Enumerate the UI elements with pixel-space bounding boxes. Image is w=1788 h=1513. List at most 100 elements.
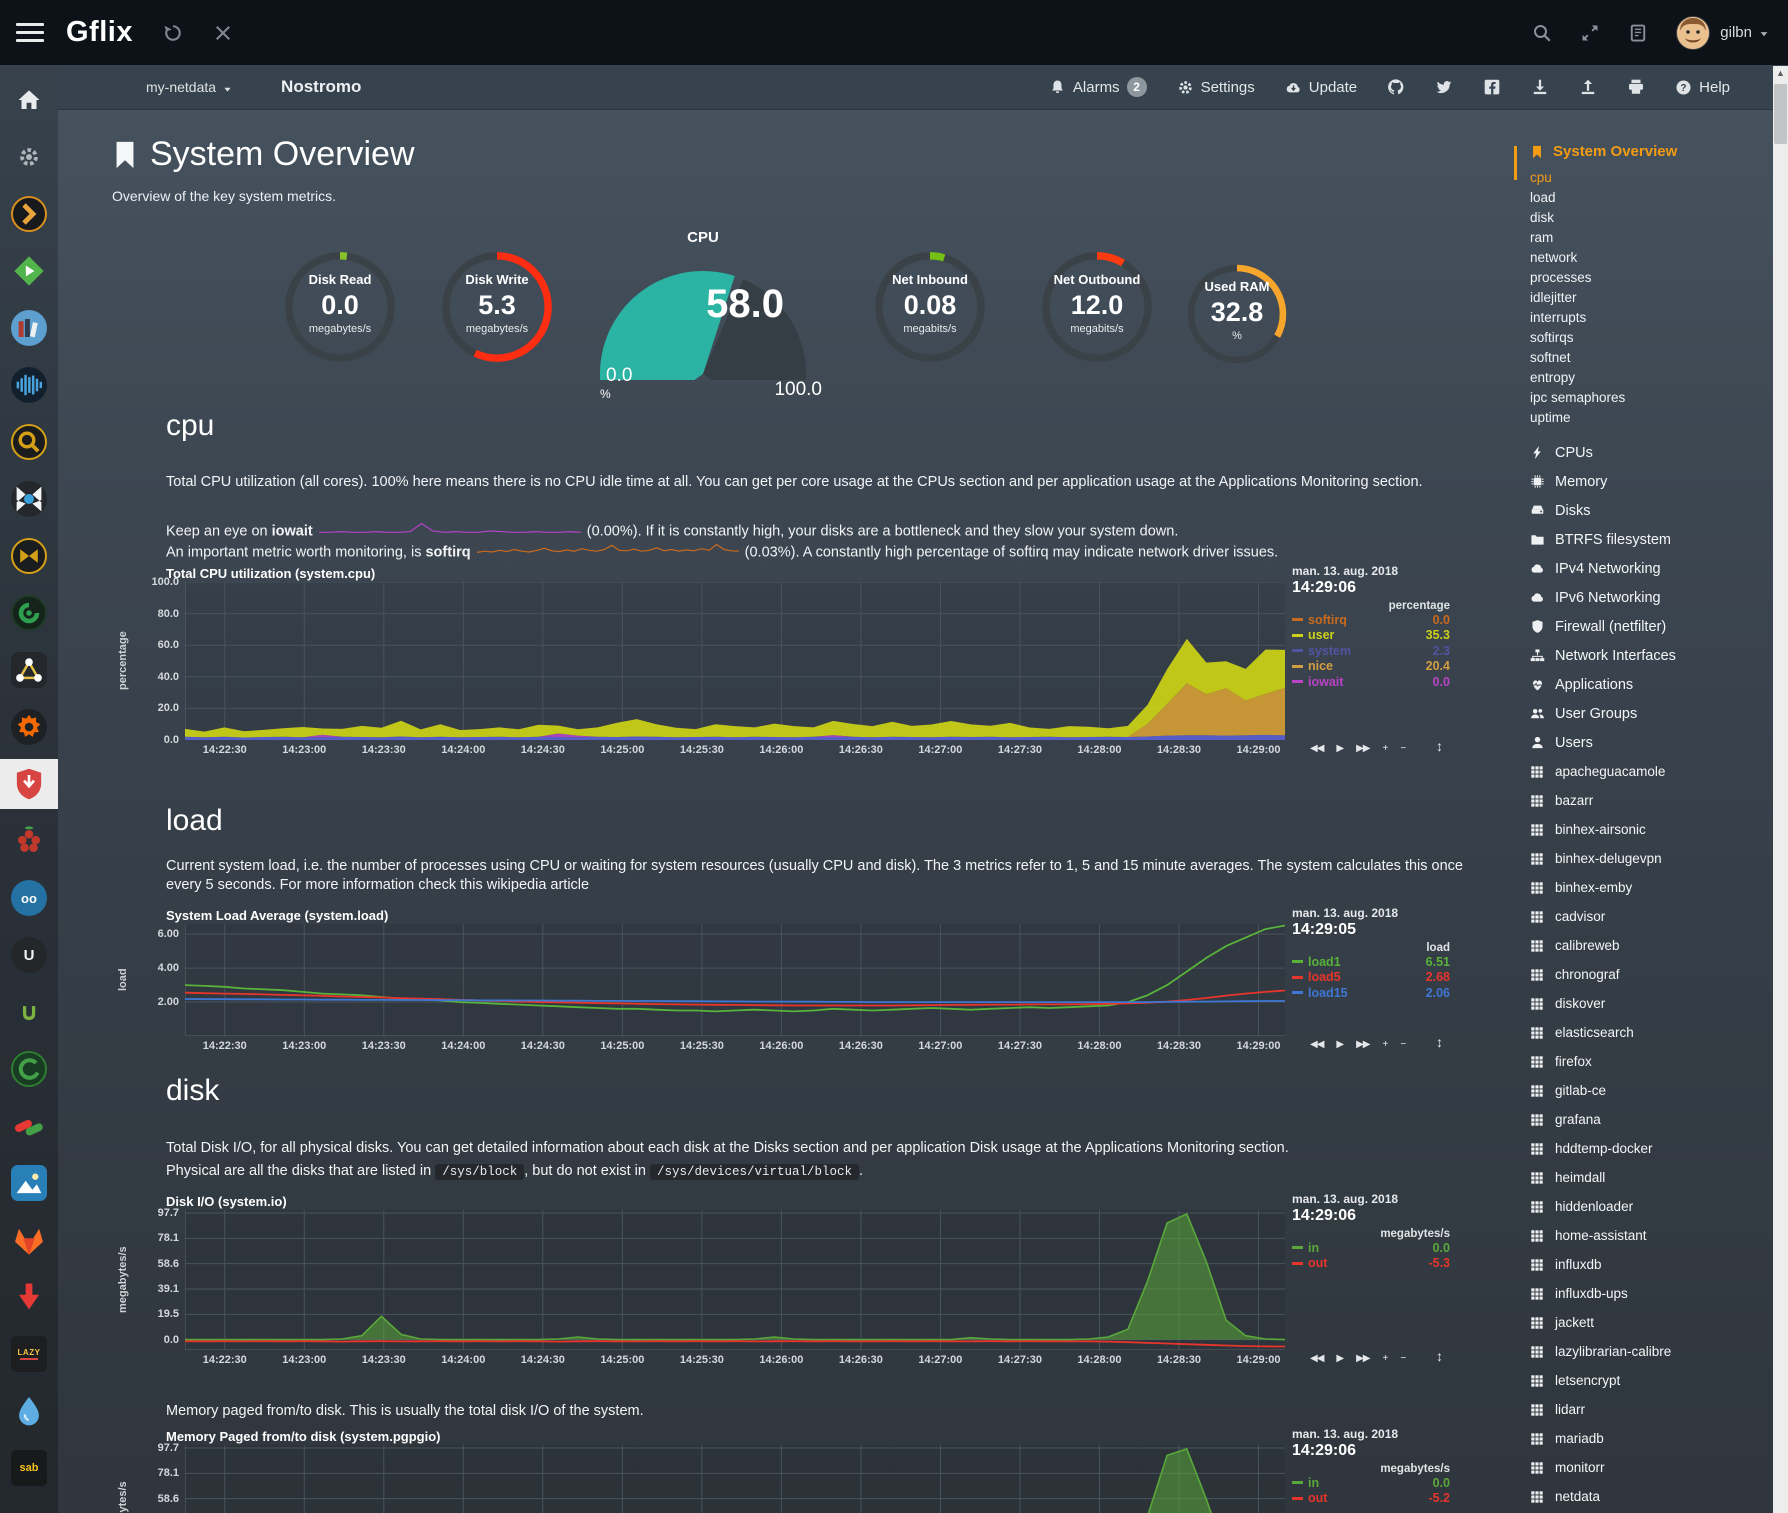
chart-play-icon[interactable]: ▶ <box>1336 743 1343 754</box>
facebook-icon[interactable] <box>1483 78 1501 96</box>
menu-app-item-influxdb[interactable]: influxdb <box>1530 1250 1776 1279</box>
menu-sub-item-uptime[interactable]: uptime <box>1530 408 1776 428</box>
chart-forward-icon[interactable]: ▶▶ <box>1356 1353 1369 1364</box>
app-tab-search[interactable] <box>0 417 58 467</box>
chart-resize-handle[interactable]: ↕ <box>1436 1348 1443 1364</box>
update-button[interactable]: Update <box>1285 79 1357 96</box>
gauge-used-ram[interactable]: Used RAM32.8% <box>1184 261 1290 367</box>
chart-plot-area[interactable] <box>185 1445 1285 1513</box>
chart-zoom-in-icon[interactable]: + <box>1382 1353 1387 1364</box>
menu-sub-item-softnet[interactable]: softnet <box>1530 348 1776 368</box>
gauge-net-inbound[interactable]: Net Inbound0.08megabits/s <box>871 248 989 366</box>
legend-item-load5[interactable]: load52.68 <box>1292 970 1450 986</box>
home-tab[interactable] <box>0 75 58 125</box>
app-tab-grafana[interactable] <box>0 702 58 752</box>
close-tab-icon[interactable] <box>213 23 233 43</box>
menu-app-item-netdata[interactable]: netdata <box>1530 1482 1776 1511</box>
app-tab-nodes[interactable] <box>0 645 58 695</box>
menu-sub-item-cpu[interactable]: cpu <box>1530 168 1776 188</box>
menu-sub-item-ipc-semaphores[interactable]: ipc semaphores <box>1530 388 1776 408</box>
menu-app-item-firefox[interactable]: firefox <box>1530 1047 1776 1076</box>
hamburger-menu-icon[interactable] <box>16 18 44 47</box>
chart-zoom-out-icon[interactable]: − <box>1400 1039 1405 1050</box>
app-tab-x[interactable] <box>0 474 58 524</box>
menu-item-ipv4-networking[interactable]: IPv4 Networking <box>1530 554 1776 583</box>
legend-item-nice[interactable]: nice20.4 <box>1292 659 1450 675</box>
avatar[interactable] <box>1676 16 1710 50</box>
app-tab-u-green[interactable]: ∪ <box>0 987 58 1037</box>
print-icon[interactable] <box>1627 78 1645 96</box>
legend-item-in[interactable]: in0.0 <box>1292 1240 1450 1256</box>
github-icon[interactable] <box>1387 78 1405 96</box>
scrollbar[interactable]: ▲ <box>1773 66 1788 1513</box>
chart-backward-icon[interactable]: ◀◀ <box>1310 1353 1323 1364</box>
menu-app-item-influxdb-ups[interactable]: influxdb-ups <box>1530 1279 1776 1308</box>
menu-item-memory[interactable]: Memory <box>1530 467 1776 496</box>
changelog-icon[interactable] <box>1628 23 1648 43</box>
chart-plot-area[interactable] <box>185 924 1285 1036</box>
chart-zoom-out-icon[interactable]: − <box>1400 1353 1405 1364</box>
chart-zoom-in-icon[interactable]: + <box>1382 743 1387 754</box>
menu-app-item-apacheguacamole[interactable]: apacheguacamole <box>1530 757 1776 786</box>
chart-forward-icon[interactable]: ▶▶ <box>1356 1039 1369 1050</box>
menu-item-network-interfaces[interactable]: Network Interfaces <box>1530 641 1776 670</box>
app-tab-active-shield[interactable] <box>0 759 58 809</box>
gauge-disk-read[interactable]: Disk Read0.0megabytes/s <box>281 248 399 366</box>
chart-play-icon[interactable]: ▶ <box>1336 1353 1343 1364</box>
menu-app-item-gitlab-ce[interactable]: gitlab-ce <box>1530 1076 1776 1105</box>
scrollbar-thumb[interactable] <box>1774 84 1787 144</box>
menu-app-item-mariadb[interactable]: mariadb <box>1530 1424 1776 1453</box>
chart-backward-icon[interactable]: ◀◀ <box>1310 1039 1323 1050</box>
menu-item-cpus[interactable]: CPUs <box>1530 438 1776 467</box>
legend-item-load1[interactable]: load16.51 <box>1292 954 1450 970</box>
legend-item-in[interactable]: in0.0 <box>1292 1475 1450 1491</box>
menu-app-item-lazylibrarian-calibre[interactable]: lazylibrarian-calibre <box>1530 1337 1776 1366</box>
app-tab-oo[interactable]: oo <box>0 873 58 923</box>
menu-app-item-elasticsearch[interactable]: elasticsearch <box>1530 1018 1776 1047</box>
menu-sub-item-interrupts[interactable]: interrupts <box>1530 308 1776 328</box>
import-icon[interactable] <box>1531 78 1549 96</box>
legend-item-load15[interactable]: load152.06 <box>1292 985 1450 1001</box>
menu-sub-item-ram[interactable]: ram <box>1530 228 1776 248</box>
chart-play-icon[interactable]: ▶ <box>1336 1039 1343 1050</box>
menu-sub-item-network[interactable]: network <box>1530 248 1776 268</box>
chart-plot-area[interactable] <box>185 1210 1285 1350</box>
username-dropdown[interactable]: gilbn <box>1720 24 1770 41</box>
chart-plot-area[interactable] <box>185 582 1285 740</box>
app-tab-cluster[interactable] <box>0 816 58 866</box>
settings-button[interactable]: Settings <box>1177 79 1255 96</box>
menu-app-item-monitorr[interactable]: monitorr <box>1530 1453 1776 1482</box>
app-tab-gitlab[interactable] <box>0 1215 58 1265</box>
app-tab-lazylibrarian[interactable]: LAZY <box>0 1329 58 1379</box>
chart-forward-icon[interactable]: ▶▶ <box>1356 743 1369 754</box>
menu-sub-item-softirqs[interactable]: softirqs <box>1530 328 1776 348</box>
app-tab-drop[interactable] <box>0 1386 58 1436</box>
menu-app-item-calibreweb[interactable]: calibreweb <box>1530 931 1776 960</box>
app-tab-photo[interactable] <box>0 1158 58 1208</box>
memory-paged-chart[interactable]: Memory Paged from/to disk (system.pgpgio… <box>58 1427 1773 1513</box>
menu-sub-item-processes[interactable]: processes <box>1530 268 1776 288</box>
app-tab-swirl[interactable] <box>0 588 58 638</box>
cpu-chart[interactable]: Total CPU utilization (system.cpu)0.020.… <box>58 564 1773 774</box>
menu-sub-item-idlejitter[interactable]: idlejitter <box>1530 288 1776 308</box>
cpu-gauge[interactable]: CPU58.00.0%100.0 <box>598 229 808 385</box>
export-icon[interactable] <box>1579 78 1597 96</box>
scrollbar-up-arrow[interactable]: ▲ <box>1773 68 1788 78</box>
menu-app-item-binhex-airsonic[interactable]: binhex-airsonic <box>1530 815 1776 844</box>
menu-app-item-cadvisor[interactable]: cadvisor <box>1530 902 1776 931</box>
chart-zoom-out-icon[interactable]: − <box>1400 743 1405 754</box>
alarms-button[interactable]: Alarms 2 <box>1049 77 1147 97</box>
app-tab-plex[interactable] <box>0 189 58 239</box>
app-tab-emby[interactable] <box>0 246 58 296</box>
menu-section-system-overview[interactable]: System Overview <box>1530 143 1776 160</box>
menu-item-user-groups[interactable]: User Groups <box>1530 699 1776 728</box>
menu-app-item-bazarr[interactable]: bazarr <box>1530 786 1776 815</box>
legend-item-softirq[interactable]: softirq0.0 <box>1292 612 1450 628</box>
settings-tab[interactable] <box>0 132 58 182</box>
app-tab-u-dark[interactable]: U <box>0 930 58 980</box>
app-tab-red-arrow[interactable] <box>0 1272 58 1322</box>
legend-item-out[interactable]: out-5.2 <box>1292 1491 1450 1507</box>
menu-item-ipv6-networking[interactable]: IPv6 Networking <box>1530 583 1776 612</box>
chart-zoom-in-icon[interactable]: + <box>1382 1039 1387 1050</box>
menu-item-users[interactable]: Users <box>1530 728 1776 757</box>
